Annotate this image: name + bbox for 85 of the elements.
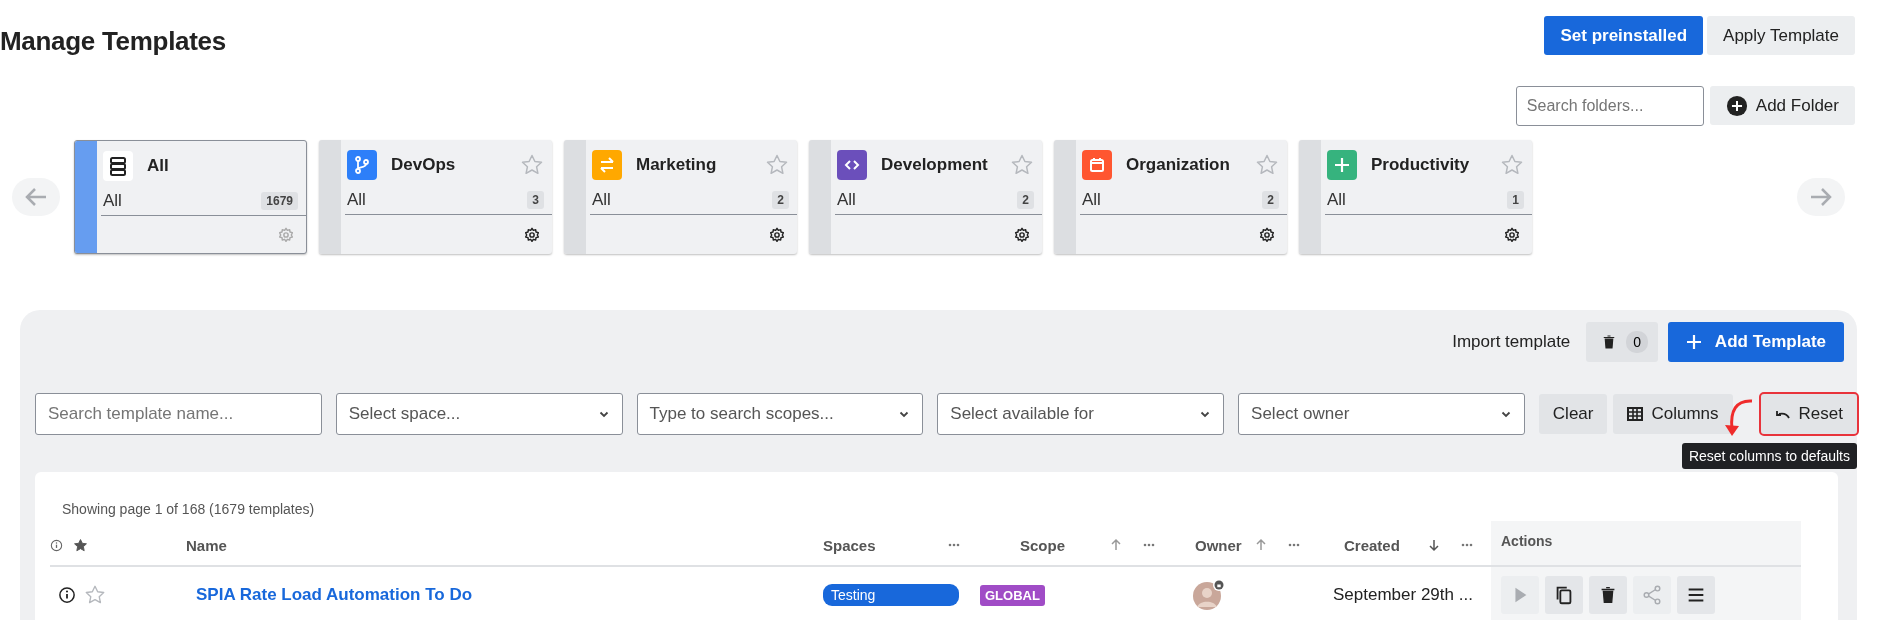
settings-icon[interactable] [1014, 226, 1030, 243]
grid-icon [1627, 407, 1644, 421]
column-header[interactable]: Spaces [823, 536, 876, 554]
clear-button[interactable]: Clear [1538, 394, 1608, 434]
folder-count: 2 [1017, 191, 1034, 209]
info-icon[interactable] [58, 586, 76, 604]
page-title: Manage Templates [0, 26, 226, 57]
folder-card[interactable]: All All 1679 [74, 140, 307, 254]
star-icon[interactable] [84, 584, 106, 606]
search-field[interactable]: Search template name... [35, 393, 322, 435]
set-preinstalled-button[interactable]: Set preinstalled [1544, 16, 1704, 55]
sort-up-icon[interactable] [1254, 538, 1268, 552]
select-field[interactable]: Type to search scopes... [636, 393, 924, 435]
next-button[interactable] [1797, 178, 1845, 216]
folder-card[interactable]: DevOps All 3 [319, 140, 552, 254]
settings-icon[interactable] [1504, 226, 1520, 243]
star-icon[interactable] [1500, 153, 1524, 177]
folder-name: DevOps [391, 155, 457, 175]
page-summary: Showing page 1 of 168 (1679 templates) [61, 500, 316, 519]
folder-card[interactable]: Organization All 2 [1054, 140, 1287, 254]
folder-filter: All [837, 190, 856, 210]
star-icon[interactable] [1255, 153, 1279, 177]
star-icon[interactable] [520, 153, 544, 177]
search-field[interactable]: Search folders... [1515, 86, 1704, 126]
reset-button[interactable]: Reset [1760, 394, 1857, 434]
folder-filter: All [1327, 190, 1346, 210]
apply-template-button[interactable]: Apply Template [1707, 16, 1855, 55]
add-folder-button[interactable]: Add Folder [1709, 86, 1855, 125]
created-date: September 29th ... [1333, 585, 1473, 605]
plus-icon [1686, 334, 1703, 350]
folder-filter: All [592, 190, 611, 210]
folder-name: Marketing [636, 155, 718, 175]
folder-card[interactable]: Productivity All 1 [1299, 140, 1532, 254]
folder-filter: All [1082, 190, 1101, 210]
folder-count: 1 [1507, 191, 1524, 209]
folder-name: Development [881, 155, 989, 175]
star-icon[interactable] [73, 537, 88, 553]
folder-count: 2 [772, 191, 789, 209]
more-icon[interactable] [948, 543, 960, 547]
avatar [1192, 578, 1226, 612]
plus-circle-icon [1725, 94, 1748, 117]
trash-button[interactable] [1589, 576, 1627, 614]
more-icon[interactable] [1143, 543, 1155, 547]
folder-count: 1679 [261, 192, 298, 210]
copy-button[interactable] [1545, 576, 1583, 614]
folder-name: Organization [1126, 155, 1231, 175]
previous-button[interactable] [12, 178, 60, 216]
folder-filter: All [347, 190, 366, 210]
more-icon[interactable] [1288, 543, 1300, 547]
select-field[interactable]: Select available for [937, 393, 1225, 435]
trash-button[interactable]: 0 [1586, 322, 1659, 362]
folder-count: 3 [527, 191, 544, 209]
menu-button[interactable] [1677, 576, 1715, 614]
undo-icon [1774, 408, 1791, 420]
columns-button[interactable]: Columns [1613, 394, 1733, 434]
column-header[interactable]: Name [186, 536, 227, 554]
select-field[interactable]: Select space... [335, 393, 623, 435]
settings-icon[interactable] [769, 226, 785, 243]
arrow-right-icon [1809, 187, 1833, 207]
tooltip: Reset columns to defaults [1681, 443, 1857, 469]
folder-filter: All [103, 191, 122, 211]
space-tag: Testing [823, 584, 959, 606]
folder-name: All [147, 156, 170, 176]
folder-card[interactable]: Development All 2 [809, 140, 1042, 254]
sort-up-icon[interactable] [1109, 538, 1123, 552]
arrow-left-icon [24, 187, 48, 207]
star-icon[interactable] [765, 153, 789, 177]
column-header[interactable]: Created [1344, 536, 1400, 554]
add-template-button[interactable]: Add Template [1668, 322, 1844, 362]
more-icon[interactable] [1461, 543, 1473, 547]
column-header[interactable]: Scope [1020, 536, 1065, 554]
column-header[interactable]: Actions [1501, 533, 1553, 549]
template-link[interactable]: SPIA Rate Load Automation To Do [196, 585, 473, 605]
import-template-link[interactable]: Import template [1452, 332, 1571, 352]
star-icon[interactable] [1010, 153, 1034, 177]
select-field[interactable]: Select owner [1238, 393, 1525, 435]
column-header[interactable]: Owner [1195, 536, 1242, 554]
scope-tag: GLOBAL [980, 584, 1045, 606]
folder-card[interactable]: Marketing All 2 [564, 140, 797, 254]
settings-icon[interactable] [1259, 226, 1275, 243]
share-icon [1641, 584, 1663, 606]
sort-down-icon[interactable] [1427, 538, 1441, 552]
folder-count: 2 [1262, 191, 1279, 209]
settings-icon[interactable] [524, 226, 540, 243]
folder-name: Productivity [1371, 155, 1471, 175]
